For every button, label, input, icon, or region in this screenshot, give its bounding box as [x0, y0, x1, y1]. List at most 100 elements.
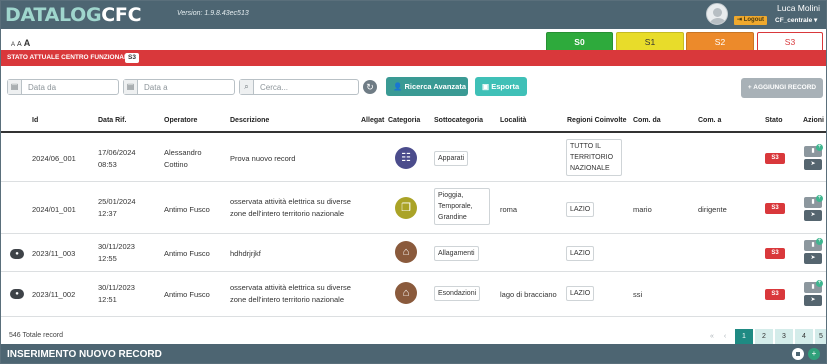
- row-time: 12:55: [98, 254, 117, 263]
- current-state-badge: S3: [125, 53, 139, 63]
- subcategory-tag: Pioggia, Temporale, Grandine: [434, 188, 490, 225]
- date-to-field[interactable]: ▤ Data a: [123, 79, 235, 95]
- table-row[interactable]: 2024/06_001 17/06/2024 08:53 Alessandro …: [1, 134, 826, 182]
- row-date: 25/01/2024: [98, 197, 136, 206]
- tab-s1[interactable]: S1: [616, 32, 684, 50]
- pagination-page-5[interactable]: 5: [815, 329, 826, 344]
- row-com-da: mario: [633, 205, 652, 214]
- row-operator: Antimo Fusco: [164, 205, 210, 214]
- send-action-button[interactable]: ➤: [804, 159, 822, 170]
- region-text: LAZIO: [570, 290, 591, 297]
- col-stato[interactable]: Stato: [765, 117, 783, 124]
- tab-s3[interactable]: S3: [757, 32, 823, 50]
- col-localita[interactable]: Località: [500, 117, 526, 124]
- subcategory-text: Apparati: [438, 155, 465, 162]
- font-size-large[interactable]: A: [24, 38, 31, 48]
- col-id[interactable]: Id: [32, 117, 38, 124]
- refresh-icon[interactable]: ↻: [363, 80, 377, 94]
- row-id: 2023/11_002: [32, 290, 76, 299]
- font-size-small[interactable]: A: [11, 42, 15, 48]
- pagination-page-2[interactable]: 2: [755, 329, 773, 344]
- send-action-button[interactable]: ➤: [804, 253, 822, 264]
- stop-icon[interactable]: [792, 348, 804, 360]
- region-line: NAZIONALE: [570, 165, 610, 172]
- advanced-search-button[interactable]: 👤 Ricerca Avanzata: [386, 77, 468, 96]
- row-id: 2024/01_001: [32, 205, 76, 214]
- tab-s2-label: S2: [714, 37, 726, 47]
- row-location: roma: [500, 205, 518, 214]
- export-icon: ▣: [482, 82, 490, 91]
- user-name: Luca Molini: [777, 3, 820, 13]
- search-input[interactable]: ⌕ Cerca...: [239, 79, 359, 95]
- send-action-button[interactable]: ➤: [804, 295, 822, 306]
- new-record-bar[interactable]: INSERIMENTO NUOVO RECORD +: [1, 344, 826, 363]
- subcategory-line: Temporale,: [438, 203, 473, 210]
- region-line: TERRITORIO: [570, 154, 614, 161]
- col-com-a[interactable]: Com. a: [698, 117, 721, 124]
- add-tag-icon[interactable]: +: [816, 195, 823, 202]
- pagination-page-1[interactable]: 1: [735, 329, 753, 344]
- current-state-label: STATO ATTUALE CENTRO FUNZIONALE: [7, 54, 133, 61]
- row-date: 30/11/2023: [98, 283, 135, 292]
- logout-button[interactable]: ⇥ Logout: [734, 16, 768, 25]
- table-row[interactable]: 2024/01_001 25/01/2024 12:37 Antimo Fusc…: [1, 183, 826, 234]
- row-operator: Alessandro: [164, 148, 202, 157]
- date-to-placeholder: Data a: [144, 83, 168, 92]
- row-com-da: ssi: [633, 290, 643, 299]
- user-avatar[interactable]: [706, 3, 728, 25]
- region-tag: TUTTO IL TERRITORIO NAZIONALE: [566, 139, 622, 176]
- calendar-icon: ▤: [8, 80, 22, 94]
- col-categoria[interactable]: Categoria: [388, 117, 420, 124]
- send-action-button[interactable]: ➤: [804, 210, 822, 221]
- table-row[interactable]: ● 2023/11_002 30/11/2023 12:51 Antimo Fu…: [1, 273, 826, 317]
- logo-text-cfc: CFC: [101, 4, 142, 26]
- add-tag-icon[interactable]: +: [816, 238, 823, 245]
- col-regioni[interactable]: Regioni Coinvolte: [567, 117, 627, 124]
- table-header: Id Data Rif. Operatore Descrizione Alleg…: [1, 109, 826, 133]
- current-state-bar: STATO ATTUALE CENTRO FUNZIONALE S3: [1, 50, 826, 66]
- logo-text-datalog: DATALOG: [5, 4, 102, 26]
- logout-label: Logout: [743, 17, 765, 23]
- col-allegati[interactable]: Allegat: [361, 117, 384, 124]
- col-descrizione[interactable]: Descrizione: [230, 117, 269, 124]
- row-date: 17/06/2024: [98, 148, 136, 157]
- row-description-2: zone dell'intero territorio nazionale: [230, 209, 344, 218]
- table-row[interactable]: ● 2023/11_003 30/11/2023 12:55 Antimo Fu…: [1, 235, 826, 272]
- row-date: 30/11/2023: [98, 242, 135, 251]
- pagination-page-3[interactable]: 3: [775, 329, 793, 344]
- date-from-field[interactable]: ▤ Data da: [7, 79, 119, 95]
- status-badge: S3: [765, 289, 785, 300]
- export-button[interactable]: ▣ Esporta: [475, 77, 527, 96]
- pagination-prev[interactable]: ‹: [719, 329, 731, 344]
- add-record-button[interactable]: + AGGIUNGI RECORD: [741, 78, 823, 98]
- col-operatore[interactable]: Operatore: [164, 117, 197, 124]
- tab-s2[interactable]: S2: [686, 32, 754, 50]
- region-text: LAZIO: [570, 250, 591, 257]
- subcategory-tag: Esondazioni: [434, 286, 481, 301]
- row-location: lago di bracciano: [500, 290, 557, 299]
- profile-dropdown[interactable]: CF_centrale ▾: [775, 16, 817, 24]
- row-time: 12:51: [98, 295, 117, 304]
- col-data-rif[interactable]: Data Rif.: [98, 117, 126, 124]
- col-sottocategoria[interactable]: Sottocategoria: [434, 117, 483, 124]
- row-operator: Antimo Fusco: [164, 290, 210, 299]
- app-window: DATALOGCFC Version: 1.9.8.43ec513 Luca M…: [0, 0, 827, 364]
- app-logo[interactable]: DATALOGCFC: [5, 4, 142, 26]
- font-size-medium[interactable]: A: [17, 41, 22, 48]
- tab-s3-label: S3: [784, 37, 796, 47]
- row-operator-2: Cottino: [164, 160, 188, 169]
- status-badge: S3: [765, 248, 785, 259]
- row-time: 08:53: [98, 160, 117, 169]
- add-tag-icon[interactable]: +: [816, 144, 823, 151]
- add-tag-icon[interactable]: +: [816, 280, 823, 287]
- pagination-page-4[interactable]: 4: [795, 329, 813, 344]
- add-icon[interactable]: +: [808, 348, 820, 360]
- col-com-da[interactable]: Com. da: [633, 117, 661, 124]
- region-tag: LAZIO: [566, 286, 595, 301]
- row-operator: Antimo Fusco: [164, 249, 210, 258]
- pagination-first[interactable]: «: [706, 329, 718, 344]
- tag-icon: ●: [10, 249, 24, 259]
- subcategory-text: Allagamenti: [438, 250, 475, 257]
- tab-s0[interactable]: S0: [546, 32, 613, 50]
- col-azioni: Azioni: [803, 117, 824, 124]
